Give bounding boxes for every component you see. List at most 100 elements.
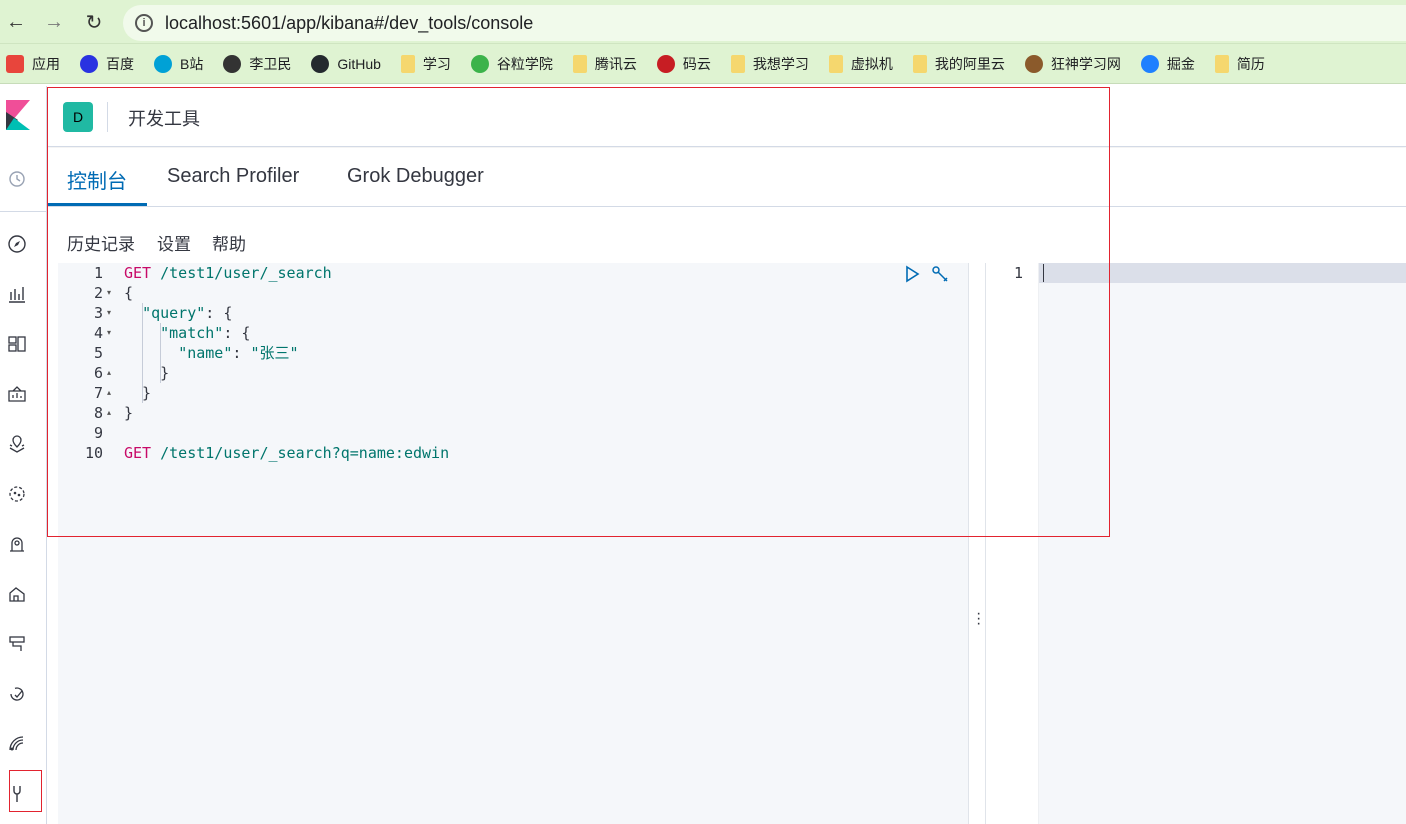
bookmark-item[interactable]: 我想学习 [730,54,809,74]
kibana-header: D 开发工具 [48,86,1406,147]
tab-console[interactable]: 控制台 [67,165,127,194]
space-avatar[interactable]: D [63,102,93,132]
bookmark-label: 李卫民 [249,55,292,72]
resizer-handle-icon[interactable]: · · · [976,606,981,632]
bookmark-label: 应用 [32,55,60,72]
avatar-icon [1024,54,1043,73]
header-divider [107,102,108,132]
editor-gutter: 1 2 ▾ 3 ▾ 4 ▾ 5 6 ▴ 7 ▴ 8 ▴ 9 10 [58,263,120,824]
line-number: 10 [84,444,103,462]
bookmark-label: 我的阿里云 [934,55,1005,72]
fold-toggle-icon[interactable]: ▾ [107,303,111,323]
history-link[interactable]: 历史记录 [67,230,135,255]
bookmark-item[interactable]: 应用 [6,54,60,74]
fold-toggle-icon[interactable]: ▴ [107,363,111,383]
request-actions [903,265,949,283]
fold-toggle-icon[interactable]: ▴ [107,383,111,403]
pane-resizer[interactable]: · · · [968,263,986,824]
bookmark-item[interactable]: 码云 [656,54,711,74]
bookmark-item[interactable]: 虚拟机 [828,54,893,74]
output-line-number: 1 [1013,264,1023,282]
editor-code-area[interactable]: GET /test1/user/_search{ "query": { "mat… [120,263,968,824]
line-number: 4 [93,324,103,342]
response-pane[interactable]: 1 [987,263,1406,824]
help-link[interactable]: 帮助 [212,230,246,255]
code-token: : [232,344,251,362]
dev-tools-highlight-box [9,770,42,812]
request-editor[interactable]: 1 2 ▾ 3 ▾ 4 ▾ 5 6 ▴ 7 ▴ 8 ▴ 9 10 GET /test1/user/_searc… [58,263,968,824]
bookmark-item[interactable]: GitHub [311,54,381,73]
browser-toolbar: ← → ↻ i localhost:5601/app/kibana#/dev_t… [0,0,1406,44]
infrastructure-icon[interactable] [4,531,30,557]
send-request-play-icon[interactable] [903,265,921,283]
uptime-icon[interactable] [4,681,30,707]
fold-toggle-icon[interactable]: ▾ [107,283,111,303]
folder-icon [828,54,843,73]
bookmark-item[interactable]: 掘金 [1140,54,1195,74]
bookmarks-bar: 应用 百度 B站 李卫民 GitHub 学习 谷粒学院 腾讯云 码云 我想学习 虚拟机 我的阿里云 狂神… [0,44,1406,84]
line-number: 3 [93,304,103,322]
bookmark-label: 狂神学习网 [1050,55,1121,72]
code-token: "query" [142,304,206,322]
bookmark-item[interactable]: 谷粒学院 [470,54,553,74]
reload-icon[interactable]: ↻ [82,10,106,34]
maps-icon[interactable] [4,431,30,457]
bookmark-item[interactable]: 我的阿里云 [912,54,1005,74]
logs-icon[interactable] [4,581,30,607]
address-bar[interactable]: i localhost:5601/app/kibana#/dev_tools/c… [123,5,1406,41]
kibana-side-nav [0,86,47,824]
folder-icon [1214,54,1229,73]
output-gutter [987,263,1039,824]
bookmark-label: 简历 [1236,55,1265,72]
active-tab-indicator [48,203,147,206]
settings-link[interactable]: 设置 [157,230,191,255]
fold-toggle-icon[interactable]: ▾ [107,323,111,343]
apm-icon[interactable] [4,631,30,657]
text-cursor [1043,264,1044,282]
folder-icon [912,54,927,73]
forward-arrow-icon[interactable]: → [42,10,66,34]
fold-toggle-icon[interactable]: ▴ [107,403,111,423]
dashboard-icon[interactable] [4,331,30,357]
tab-search-profiler[interactable]: Search Profiler [167,165,299,188]
line-number: 6 [93,364,103,382]
visualize-chart-icon[interactable] [4,281,30,307]
gitee-icon [656,54,675,73]
gulixueyuan-icon [470,54,489,73]
bookmark-label: 百度 [106,55,134,72]
bookmark-item[interactable]: 腾讯云 [572,54,637,74]
siem-signal-icon[interactable] [4,731,30,757]
code-token: : { [205,304,233,322]
machine-learning-icon[interactable] [4,481,30,507]
kibana-logo-icon[interactable] [4,98,32,132]
bookmark-label: 学习 [422,55,451,72]
console-menu: 历史记录 设置 帮助 [48,207,1406,262]
line-number: 8 [93,404,103,422]
output-active-line [987,263,1406,283]
discover-compass-icon[interactable] [4,231,30,257]
code-line: "name": "张三" [124,343,299,363]
canvas-icon[interactable] [4,381,30,407]
site-info-icon[interactable]: i [135,14,153,32]
back-arrow-icon[interactable]: ← [4,10,28,34]
recently-viewed-clock-icon[interactable] [4,166,30,192]
tab-grok-debugger[interactable]: Grok Debugger [347,165,484,188]
bookmark-item[interactable]: 学习 [400,54,451,74]
code-token: /test1/user/_search [160,264,332,282]
breadcrumb-title: 开发工具 [128,109,200,129]
request-settings-wrench-icon[interactable] [931,265,949,283]
bookmark-item[interactable]: 简历 [1214,54,1265,74]
code-line: GET /test1/user/_search?q=name:edwin [124,443,449,463]
bookmark-item[interactable]: 李卫民 [223,54,291,74]
bilibili-tv-icon [154,54,172,73]
bookmark-item[interactable]: 百度 [80,54,134,74]
code-line: GET /test1/user/_search [124,263,332,283]
bookmark-item[interactable]: B站 [154,54,203,74]
code-token: "张三" [250,344,299,362]
code-line: } [124,403,133,423]
github-icon [311,54,330,73]
bookmark-item[interactable]: 狂神学习网 [1024,54,1121,74]
code-token: GET [124,264,152,282]
